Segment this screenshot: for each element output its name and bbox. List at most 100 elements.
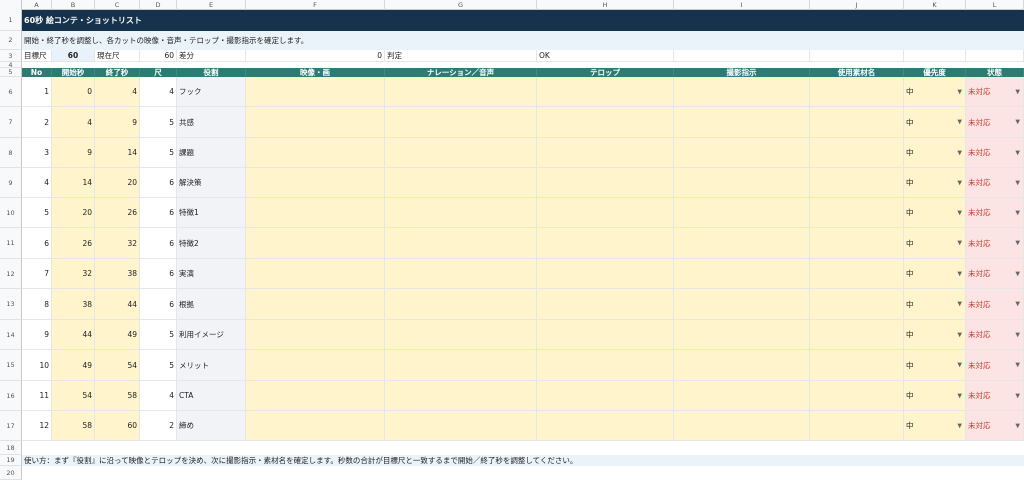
status-select[interactable]: 未対応 ▼ [966, 107, 1024, 138]
shot-number[interactable]: 2 [22, 107, 52, 138]
narration-cell[interactable] [385, 350, 537, 381]
status-select[interactable]: 未対応 ▼ [966, 77, 1024, 107]
visual-cell[interactable] [246, 107, 385, 138]
status-select[interactable]: 未対応 ▼ [966, 320, 1024, 350]
visual-cell[interactable] [246, 320, 385, 350]
material-name-cell[interactable] [810, 259, 904, 289]
telop-cell[interactable] [537, 198, 674, 228]
start-sec[interactable]: 58 [52, 411, 95, 441]
priority-select[interactable]: 中 ▼ [904, 350, 966, 381]
dropdown-arrow-icon[interactable]: ▼ [1015, 331, 1020, 338]
row-number[interactable]: 15 [0, 350, 22, 381]
start-sec[interactable]: 44 [52, 320, 95, 350]
duration[interactable]: 2 [140, 411, 177, 441]
column-header-e[interactable]: E [177, 0, 246, 10]
dropdown-arrow-icon[interactable]: ▼ [1015, 88, 1020, 95]
end-sec[interactable]: 9 [95, 107, 140, 138]
visual-cell[interactable] [246, 411, 385, 441]
row-number[interactable]: 2 [0, 31, 22, 50]
visual-cell[interactable] [246, 138, 385, 168]
row-number[interactable]: 7 [0, 107, 22, 138]
duration[interactable]: 4 [140, 381, 177, 411]
row-number[interactable]: 10 [0, 198, 22, 228]
shooting-direction-cell[interactable] [674, 228, 810, 259]
role[interactable]: 特徴1 [177, 198, 246, 228]
shooting-direction-cell[interactable] [674, 350, 810, 381]
select-all-corner[interactable] [0, 0, 22, 10]
material-name-cell[interactable] [810, 228, 904, 259]
visual-cell[interactable] [246, 198, 385, 228]
material-name-cell[interactable] [810, 289, 904, 320]
duration[interactable]: 5 [140, 320, 177, 350]
column-header-h[interactable]: H [537, 0, 674, 10]
column-header-a[interactable]: A [22, 0, 52, 10]
priority-select[interactable]: 中 ▼ [904, 168, 966, 198]
empty-cell[interactable] [966, 50, 1024, 62]
dropdown-arrow-icon[interactable]: ▼ [1015, 362, 1020, 369]
duration[interactable]: 6 [140, 198, 177, 228]
telop-cell[interactable] [537, 228, 674, 259]
column-header-l[interactable]: L [966, 0, 1024, 10]
dropdown-arrow-icon[interactable]: ▼ [1015, 392, 1020, 399]
target-length-value[interactable]: 60 [52, 50, 95, 62]
end-sec[interactable]: 60 [95, 411, 140, 441]
row-number[interactable]: 12 [0, 259, 22, 289]
material-name-cell[interactable] [810, 381, 904, 411]
priority-select[interactable]: 中 ▼ [904, 289, 966, 320]
shot-number[interactable]: 5 [22, 198, 52, 228]
telop-cell[interactable] [537, 289, 674, 320]
row-number[interactable]: 20 [0, 466, 22, 480]
dropdown-arrow-icon[interactable]: ▼ [1015, 301, 1020, 308]
shooting-direction-cell[interactable] [674, 198, 810, 228]
end-sec[interactable]: 49 [95, 320, 140, 350]
status-select[interactable]: 未対応 ▼ [966, 228, 1024, 259]
priority-select[interactable]: 中 ▼ [904, 107, 966, 138]
telop-cell[interactable] [537, 381, 674, 411]
shooting-direction-cell[interactable] [674, 107, 810, 138]
priority-select[interactable]: 中 ▼ [904, 411, 966, 441]
material-name-cell[interactable] [810, 107, 904, 138]
dropdown-arrow-icon[interactable]: ▼ [1015, 270, 1020, 277]
dropdown-arrow-icon[interactable]: ▼ [957, 88, 962, 95]
dropdown-arrow-icon[interactable]: ▼ [957, 149, 962, 156]
shot-number[interactable]: 11 [22, 381, 52, 411]
row-number[interactable]: 13 [0, 289, 22, 320]
end-sec[interactable]: 14 [95, 138, 140, 168]
telop-cell[interactable] [537, 107, 674, 138]
dropdown-arrow-icon[interactable]: ▼ [1015, 149, 1020, 156]
narration-cell[interactable] [385, 289, 537, 320]
column-header-g[interactable]: G [385, 0, 537, 10]
material-name-cell[interactable] [810, 138, 904, 168]
end-sec[interactable]: 54 [95, 350, 140, 381]
start-sec[interactable]: 14 [52, 168, 95, 198]
priority-select[interactable]: 中 ▼ [904, 228, 966, 259]
shooting-direction-cell[interactable] [674, 168, 810, 198]
column-header-j[interactable]: J [810, 0, 904, 10]
narration-cell[interactable] [385, 228, 537, 259]
dropdown-arrow-icon[interactable]: ▼ [1015, 422, 1020, 429]
start-sec[interactable]: 9 [52, 138, 95, 168]
narration-cell[interactable] [385, 77, 537, 107]
column-header-k[interactable]: K [904, 0, 966, 10]
dropdown-arrow-icon[interactable]: ▼ [957, 301, 962, 308]
end-sec[interactable]: 58 [95, 381, 140, 411]
column-header-b[interactable]: B [52, 0, 95, 10]
dropdown-arrow-icon[interactable]: ▼ [1015, 179, 1020, 186]
judge-label[interactable]: 判定 [385, 50, 537, 62]
duration[interactable]: 6 [140, 168, 177, 198]
priority-select[interactable]: 中 ▼ [904, 77, 966, 107]
dropdown-arrow-icon[interactable]: ▼ [957, 270, 962, 277]
empty-cell[interactable] [810, 50, 904, 62]
status-select[interactable]: 未対応 ▼ [966, 411, 1024, 441]
row-number[interactable]: 5 [0, 68, 22, 77]
shooting-direction-cell[interactable] [674, 138, 810, 168]
duration[interactable]: 4 [140, 77, 177, 107]
material-name-cell[interactable] [810, 198, 904, 228]
visual-cell[interactable] [246, 289, 385, 320]
narration-cell[interactable] [385, 138, 537, 168]
row-number[interactable]: 1 [0, 10, 22, 31]
role[interactable]: メリット [177, 350, 246, 381]
status-select[interactable]: 未対応 ▼ [966, 168, 1024, 198]
end-sec[interactable]: 20 [95, 168, 140, 198]
dropdown-arrow-icon[interactable]: ▼ [1015, 209, 1020, 216]
